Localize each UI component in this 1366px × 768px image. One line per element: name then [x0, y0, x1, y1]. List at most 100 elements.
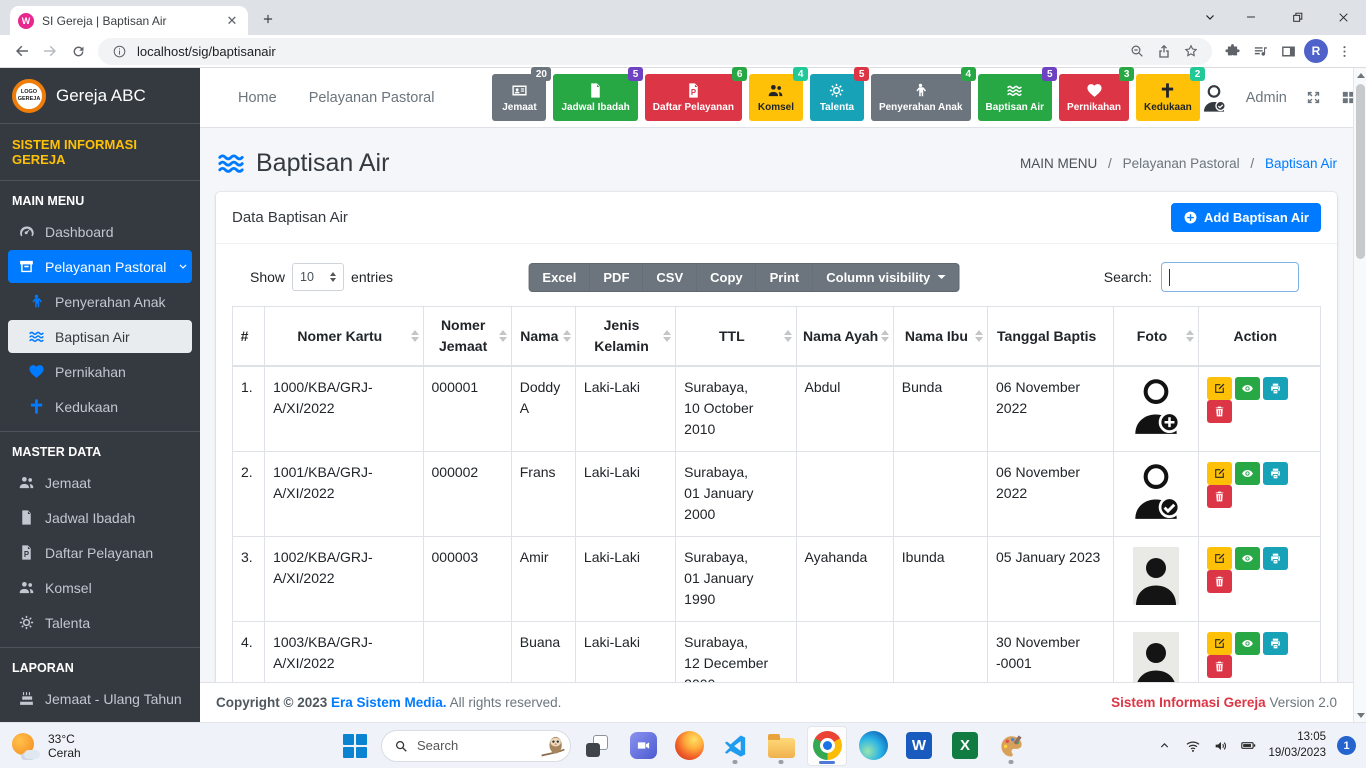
site-info-icon[interactable] [110, 42, 128, 60]
scroll-down-icon[interactable] [1354, 708, 1366, 722]
company-link[interactable]: Era Sistem Media. [331, 695, 447, 710]
brand[interactable]: LOGO GEREJA Gereja ABC [0, 68, 200, 124]
column-header-nama-ibu[interactable]: Nama Ibu [893, 307, 987, 367]
vscode-taskbar-button[interactable] [715, 726, 755, 766]
sidebar-item-penyerahan-anak[interactable]: Penyerahan Anak [8, 285, 192, 318]
tile-komsel[interactable]: 4Komsel [749, 74, 803, 121]
firefox-taskbar-button[interactable] [669, 726, 709, 766]
tile-penyerahan-anak[interactable]: 4Penyerahan Anak [871, 74, 971, 121]
address-bar[interactable]: localhost/sig/baptisanair [98, 38, 1212, 65]
sidebar-item-baptisan-air[interactable]: Baptisan Air [8, 320, 192, 353]
battery-icon[interactable] [1240, 737, 1257, 754]
add-baptisan-air-button[interactable]: Add Baptisan Air [1171, 203, 1321, 232]
sidebar-item-daftar-pelayanan[interactable]: PDaftar Pelayanan [8, 536, 192, 569]
zoom-icon[interactable] [1128, 42, 1146, 60]
search-input[interactable] [1161, 262, 1299, 292]
wifi-icon[interactable] [1184, 737, 1201, 754]
view-button[interactable] [1235, 547, 1260, 570]
tile-jadwal-ibadah[interactable]: 5Jadwal Ibadah [553, 74, 637, 121]
edit-button[interactable] [1207, 462, 1232, 485]
tray-chevron-icon[interactable] [1156, 737, 1173, 754]
tile-baptisan-air[interactable]: 5Baptisan Air [978, 74, 1053, 121]
close-window-button[interactable] [1320, 0, 1366, 34]
tile-pernikahan[interactable]: 3Pernikahan [1059, 74, 1129, 121]
print-button[interactable] [1263, 377, 1288, 400]
view-button[interactable] [1235, 632, 1260, 655]
view-button[interactable] [1235, 377, 1260, 400]
task-view-taskbar-button[interactable] [577, 726, 617, 766]
edit-button[interactable] [1207, 377, 1232, 400]
edit-button[interactable] [1207, 547, 1232, 570]
media-controls-icon[interactable] [1246, 37, 1274, 65]
export-copy-button[interactable]: Copy [697, 263, 757, 292]
scroll-up-icon[interactable] [1354, 68, 1366, 82]
browser-tab[interactable]: W SI Gereja | Baptisan Air ✕ [10, 6, 248, 35]
sidebar-item-jadwal-ibadah[interactable]: Jadwal Ibadah [8, 501, 192, 534]
delete-button[interactable] [1207, 485, 1232, 508]
print-button[interactable] [1263, 547, 1288, 570]
column-header-nama-ayah[interactable]: Nama Ayah [796, 307, 893, 367]
sidebar-item-jemaat-ulang-tahun[interactable]: Jemaat - Ulang Tahun [8, 682, 192, 715]
column-header-jenis-kelamin[interactable]: Jenis Kelamin [575, 307, 675, 367]
notification-badge[interactable]: 1 [1337, 736, 1356, 755]
tile-daftar-pelayanan[interactable]: 6PDaftar Pelayanan [645, 74, 742, 121]
profile-avatar[interactable]: R [1302, 37, 1330, 65]
restore-button[interactable] [1274, 0, 1320, 34]
admin-avatar[interactable] [1200, 84, 1228, 112]
chat-taskbar-button[interactable] [623, 726, 663, 766]
start-button[interactable] [335, 726, 375, 766]
scrollbar-thumb[interactable] [1356, 84, 1365, 259]
column-header-nomer-jemaat[interactable]: Nomer Jemaat [423, 307, 511, 367]
sidebar-item-talenta[interactable]: Talenta [8, 606, 192, 639]
export-excel-button[interactable]: Excel [528, 263, 590, 292]
tile-jemaat[interactable]: 20Jemaat [492, 74, 546, 121]
sidebar-item-jemaat[interactable]: Jemaat [8, 466, 192, 499]
extensions-puzzle-icon[interactable] [1218, 37, 1246, 65]
forward-icon[interactable] [36, 37, 64, 65]
paint-taskbar-button[interactable] [991, 726, 1031, 766]
sidebar-item-kedukaan[interactable]: Kedukaan [8, 390, 192, 423]
nav-link-pelayanan-pastoral[interactable]: Pelayanan Pastoral [309, 90, 435, 106]
sidebar-item-pernikahan[interactable]: Pernikahan [8, 355, 192, 388]
view-button[interactable] [1235, 462, 1260, 485]
word-taskbar-button[interactable]: W [899, 726, 939, 766]
page-length-select[interactable]: 10 [292, 263, 344, 291]
bookmark-star-icon[interactable] [1182, 42, 1200, 60]
fullscreen-icon[interactable] [1305, 89, 1322, 106]
breadcrumb-pelayanan-pastoral[interactable]: Pelayanan Pastoral [1123, 156, 1240, 171]
export-print-button[interactable]: Print [757, 263, 814, 292]
volume-icon[interactable] [1212, 737, 1229, 754]
column-header-nomer-kartu[interactable]: Nomer Kartu [265, 307, 423, 367]
chrome-taskbar-button[interactable] [807, 726, 847, 766]
print-button[interactable] [1263, 462, 1288, 485]
delete-button[interactable] [1207, 400, 1232, 423]
delete-button[interactable] [1207, 655, 1232, 678]
column-header-foto[interactable]: Foto [1114, 307, 1198, 367]
nav-link-home[interactable]: Home [238, 90, 277, 106]
breadcrumb-baptisan-air[interactable]: Baptisan Air [1265, 156, 1337, 171]
sidebar-item-dashboard[interactable]: Dashboard [8, 215, 192, 248]
share-icon[interactable] [1155, 42, 1173, 60]
column-header-ttl[interactable]: TTL [676, 307, 796, 367]
minimize-button[interactable] [1228, 0, 1274, 34]
excel-taskbar-button[interactable]: X [945, 726, 985, 766]
taskbar-clock[interactable]: 13:05 19/03/2023 [1268, 730, 1326, 761]
reload-icon[interactable] [64, 37, 92, 65]
tab-search-icon[interactable] [1192, 0, 1228, 34]
back-icon[interactable] [8, 37, 36, 65]
explorer-taskbar-button[interactable] [761, 726, 801, 766]
edge-taskbar-button[interactable] [853, 726, 893, 766]
browser-menu-icon[interactable] [1330, 37, 1358, 65]
tile-talenta[interactable]: 5Talenta [810, 74, 864, 121]
export-csv-button[interactable]: CSV [643, 263, 697, 292]
export-pdf-button[interactable]: PDF [590, 263, 643, 292]
tile-kedukaan[interactable]: 2Kedukaan [1136, 74, 1200, 121]
export-column-visibility-button[interactable]: Column visibility [813, 263, 959, 292]
sidebar-item-pelayanan-pastoral[interactable]: Pelayanan Pastoral [8, 250, 192, 283]
sidebar-item-komsel[interactable]: Komsel [8, 571, 192, 604]
taskbar-search[interactable]: Search [381, 730, 571, 762]
tab-close-icon[interactable]: ✕ [224, 13, 240, 29]
print-button[interactable] [1263, 632, 1288, 655]
page-scrollbar[interactable] [1353, 68, 1366, 722]
new-tab-button[interactable] [254, 5, 282, 33]
